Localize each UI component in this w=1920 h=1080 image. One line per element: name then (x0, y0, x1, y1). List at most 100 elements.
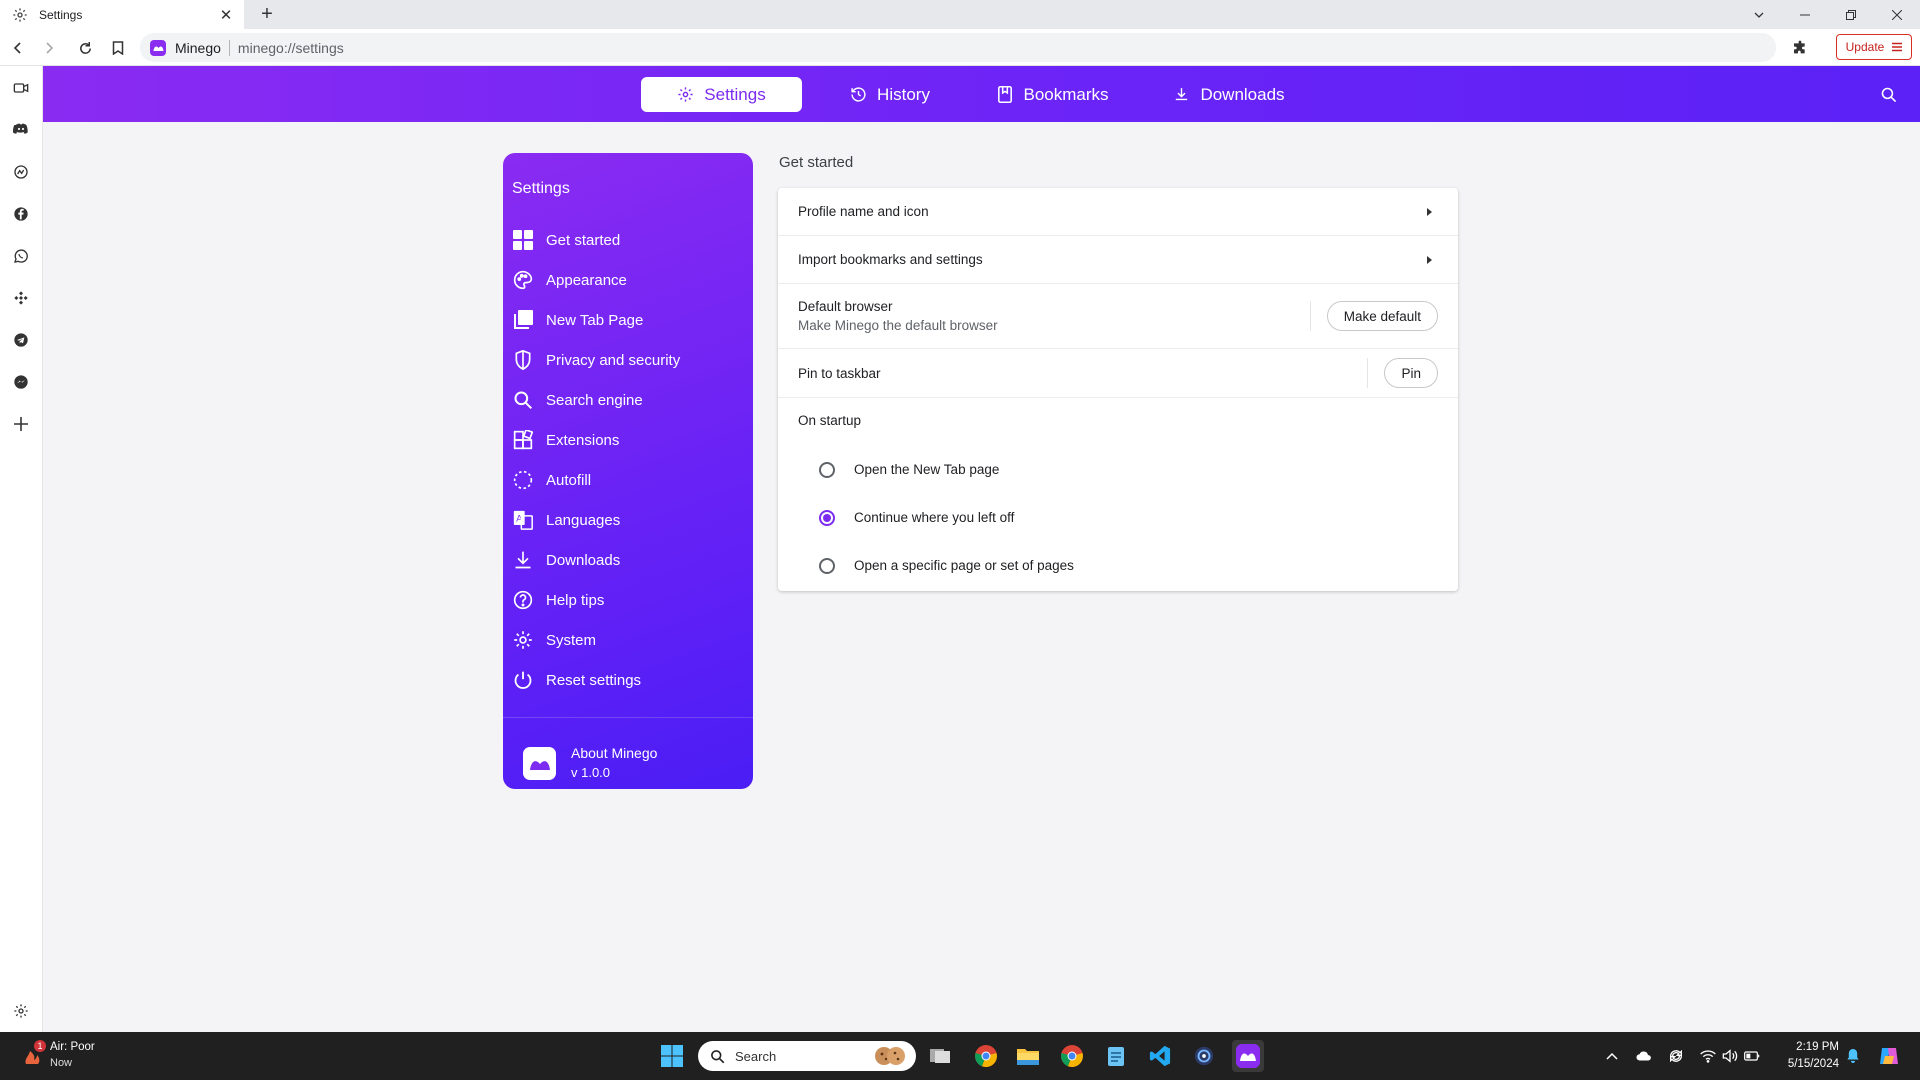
grid-icon (512, 229, 534, 251)
extensions-puzzle-icon[interactable] (1789, 37, 1811, 59)
minimize-button[interactable] (1782, 0, 1828, 29)
tab-bookmarks[interactable]: Bookmarks (978, 77, 1128, 112)
radio-open-new-tab-page[interactable] (819, 462, 835, 478)
default-browser-title: Default browser (798, 299, 893, 314)
sidebar-item-help-tips[interactable]: Help tips (512, 586, 604, 614)
download-icon (1173, 86, 1190, 103)
address-bar[interactable]: Minego minego://settings (140, 33, 1776, 62)
discord-icon[interactable] (10, 118, 32, 140)
bookmark-icon[interactable] (107, 37, 129, 59)
search-icon (710, 1049, 725, 1064)
messenger-icon[interactable] (10, 371, 32, 393)
menu-icon (1892, 42, 1903, 52)
tab-title: Settings (39, 7, 83, 22)
extensions-icon (512, 429, 534, 451)
binance-icon[interactable] (10, 287, 32, 309)
row-label: Profile name and icon (798, 204, 929, 219)
weather-badge: 1 (34, 1040, 46, 1052)
back-arrow-icon[interactable] (7, 37, 29, 59)
tab-downloads[interactable]: Downloads (1158, 77, 1300, 112)
windows-taskbar (0, 1032, 1920, 1080)
new-tab-icon (512, 309, 534, 331)
row-separator (1309, 301, 1311, 331)
new-tab-button[interactable]: + (256, 3, 278, 25)
sidebar-item-privacy-and-security[interactable]: Privacy and security (512, 346, 680, 374)
notification-bell-icon[interactable] (1845, 1048, 1861, 1064)
facebook-icon[interactable] (10, 203, 32, 225)
make-default-button[interactable]: Make default (1326, 301, 1438, 331)
sidebar-item-label: Privacy and security (546, 351, 681, 369)
volume-icon[interactable] (1722, 1048, 1738, 1064)
app-icon-circle[interactable] (1188, 1040, 1220, 1072)
sidebar-item-search-engine[interactable]: Search engine (512, 386, 643, 414)
chrome-profile-icon[interactable] (1056, 1040, 1088, 1072)
sidebar-item-extensions[interactable]: Extensions (512, 426, 619, 454)
battery-icon[interactable] (1744, 1048, 1760, 1064)
sync-icon[interactable] (1668, 1048, 1684, 1064)
sidebar-settings-gear-icon[interactable] (10, 1000, 32, 1022)
pin-button[interactable]: Pin (1384, 358, 1438, 388)
whatsapp-icon[interactable] (10, 245, 32, 267)
minego-logo-icon (150, 39, 166, 56)
search-icon[interactable] (1876, 82, 1900, 106)
default-browser-row: Default browser Make Minego the default … (778, 284, 1458, 349)
weather-widget-icon[interactable]: 1 (20, 1040, 46, 1068)
radio-open-specific-pages[interactable] (819, 558, 835, 574)
profile-name-and-icon-row[interactable]: Profile name and icon (778, 188, 1458, 236)
sidebar-item-system[interactable]: System (512, 626, 596, 654)
taskbar-search-box[interactable]: Search (698, 1041, 916, 1071)
task-view-icon[interactable] (924, 1040, 956, 1072)
messaging-app-icon[interactable] (10, 161, 32, 183)
notepad-icon[interactable] (1100, 1040, 1132, 1072)
sidebar-item-reset-settings[interactable]: Reset settings (512, 666, 641, 694)
gear-icon (512, 629, 534, 651)
tab-search-chevron-icon[interactable] (1736, 0, 1782, 29)
reload-icon[interactable] (74, 37, 96, 59)
forward-arrow-icon[interactable] (38, 37, 60, 59)
video-icon[interactable] (10, 77, 32, 99)
tab-settings[interactable]: Settings (641, 77, 802, 112)
sidebar-item-languages[interactable]: A Languages (512, 506, 620, 534)
minego-taskbar-icon[interactable] (1232, 1040, 1264, 1072)
radio-label[interactable]: Continue where you left off (854, 510, 1014, 525)
address-url[interactable]: minego://settings (238, 40, 344, 56)
sidebar-item-label: Extensions (546, 431, 620, 449)
restore-button[interactable] (1828, 0, 1874, 29)
onedrive-cloud-icon[interactable] (1636, 1048, 1652, 1064)
chevron-up-icon[interactable] (1604, 1048, 1620, 1064)
file-explorer-icon[interactable] (1012, 1040, 1044, 1072)
taskbar-search-placeholder: Search (735, 1048, 777, 1064)
windows-start-icon[interactable] (656, 1040, 688, 1072)
chrome-icon[interactable] (970, 1040, 1002, 1072)
sidebar-item-new-tab-page[interactable]: New Tab Page (512, 306, 643, 334)
close-tab-icon[interactable]: ✕ (216, 6, 236, 24)
sidebar-item-label: Appearance (546, 271, 627, 289)
radio-label[interactable]: Open a specific page or set of pages (854, 558, 1074, 573)
browser-tab-settings[interactable]: Settings ✕ (0, 0, 244, 29)
clock-date[interactable]: 5/15/2024 (1777, 1058, 1839, 1070)
sidebar-item-downloads[interactable]: Downloads (512, 546, 620, 574)
vscode-icon[interactable] (1144, 1040, 1176, 1072)
tab-history[interactable]: History (826, 77, 954, 112)
about-minego-link[interactable]: About Minego (571, 745, 657, 761)
add-app-icon[interactable] (10, 413, 32, 435)
update-button[interactable]: Update (1836, 34, 1912, 60)
sidebar-item-get-started[interactable]: Get started (512, 226, 620, 254)
download-icon (512, 549, 534, 571)
autofill-icon (512, 469, 534, 491)
import-bookmarks-row[interactable]: Import bookmarks and settings (778, 236, 1458, 284)
close-window-button[interactable] (1874, 0, 1920, 29)
sidebar-item-label: Autofill (546, 471, 592, 489)
copilot-icon[interactable] (1877, 1044, 1901, 1068)
arrow-right-icon (1427, 207, 1432, 216)
clock-time[interactable]: 2:19 PM (1777, 1041, 1839, 1053)
wifi-icon[interactable] (1700, 1048, 1716, 1064)
sidebar-item-appearance[interactable]: Appearance (512, 266, 627, 294)
radio-label[interactable]: Open the New Tab page (854, 462, 999, 477)
sidebar-item-autofill[interactable]: Autofill (512, 466, 591, 494)
radio-continue-where-left-off[interactable] (819, 510, 835, 526)
cookie-icon (874, 1046, 906, 1066)
version-label: v 1.0.0 (571, 765, 611, 780)
weather-subtitle: Now (50, 1057, 73, 1069)
telegram-icon[interactable] (10, 329, 32, 351)
